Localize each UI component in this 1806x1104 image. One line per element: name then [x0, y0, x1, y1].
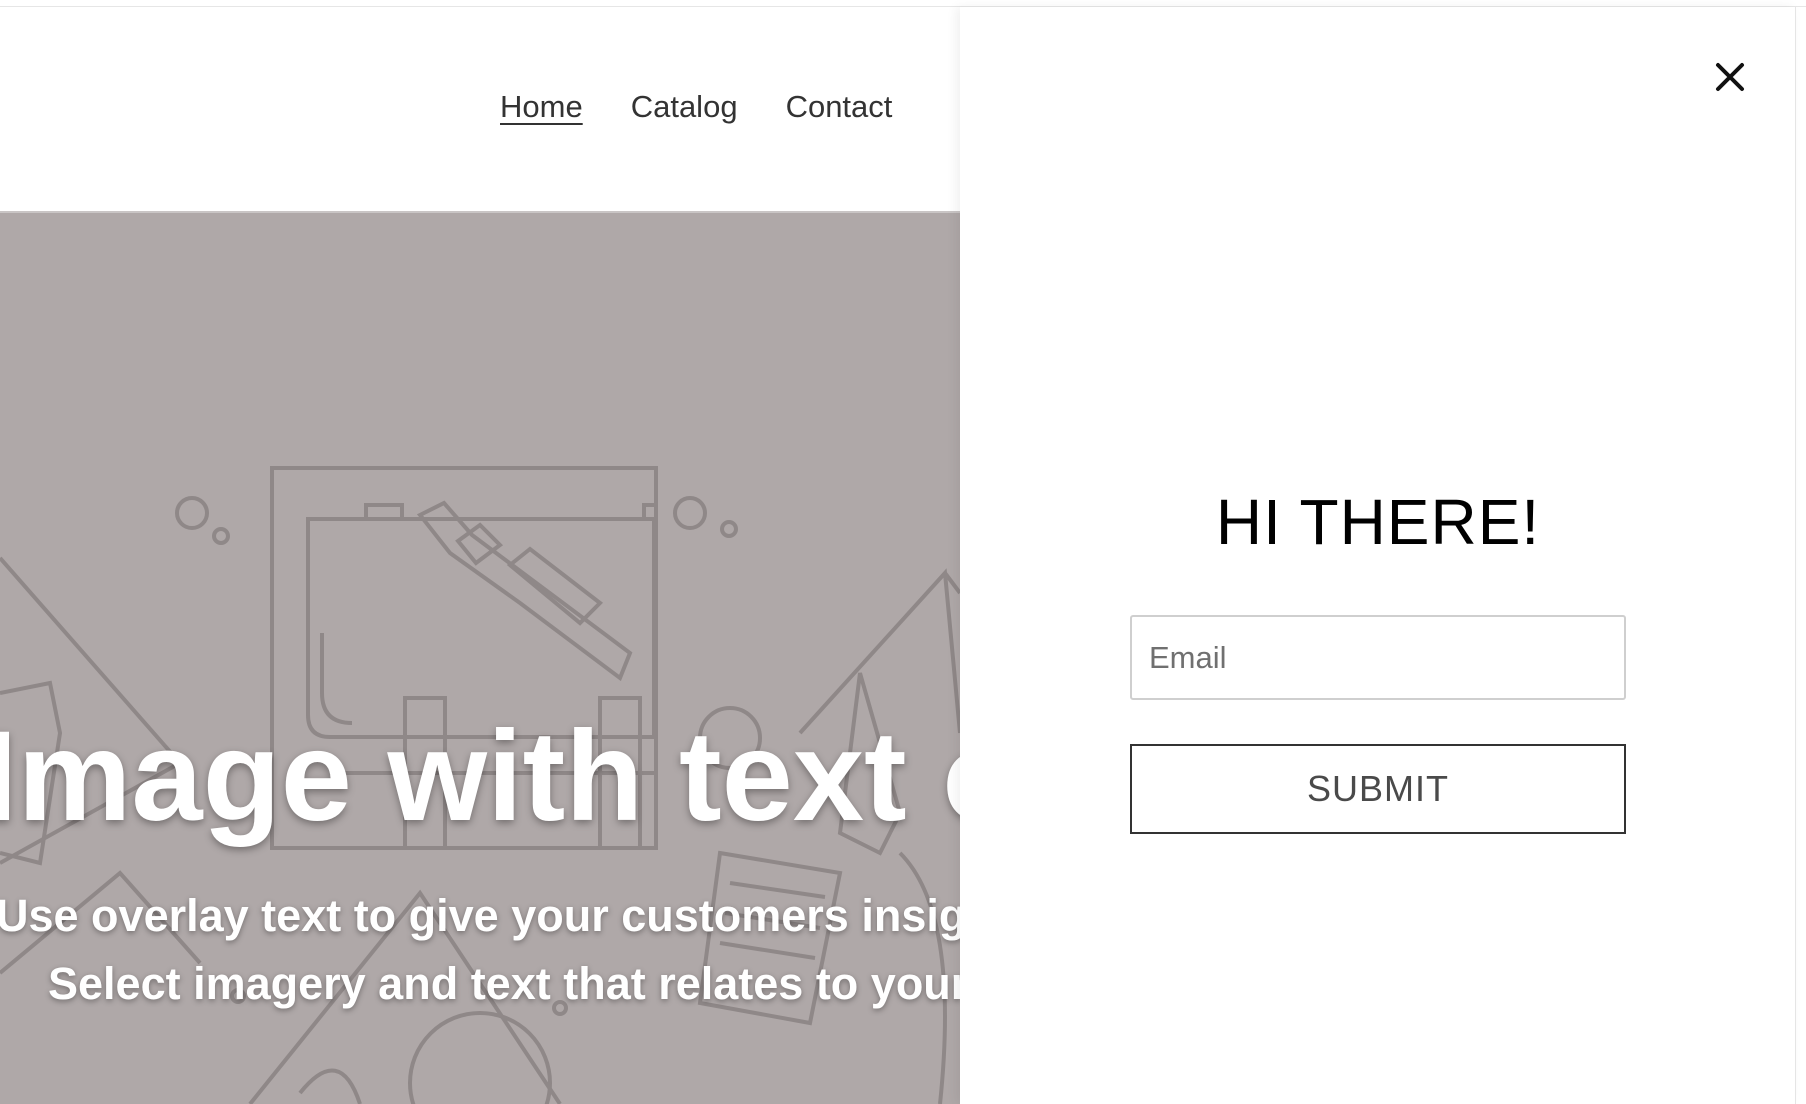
- close-icon: [1716, 63, 1744, 91]
- top-strip: [0, 0, 1806, 7]
- nav-link-contact[interactable]: Contact: [786, 91, 893, 122]
- main-nav: Home Catalog Contact: [500, 91, 892, 122]
- nav-link-catalog[interactable]: Catalog: [631, 91, 738, 122]
- close-button[interactable]: [1710, 57, 1750, 97]
- hero-title: Image with text overlay: [0, 705, 960, 848]
- hero-subtitle-line2: Select imagery and text that relates to …: [48, 958, 960, 1009]
- email-field[interactable]: [1130, 615, 1626, 700]
- nav-link-home[interactable]: Home: [500, 91, 583, 122]
- hero-subtitle-line1: Use overlay text to give your customers …: [0, 890, 960, 941]
- site-header: Home Catalog Contact: [0, 7, 960, 213]
- hero-banner: Image with text overlay Use overlay text…: [0, 213, 960, 1104]
- newsletter-drawer: HI THERE! SUBMIT: [960, 7, 1796, 1104]
- submit-button[interactable]: SUBMIT: [1130, 744, 1626, 834]
- drawer-title: HI THERE!: [1215, 486, 1541, 558]
- page: Home Catalog Contact Image with text Use…: [0, 0, 1806, 1104]
